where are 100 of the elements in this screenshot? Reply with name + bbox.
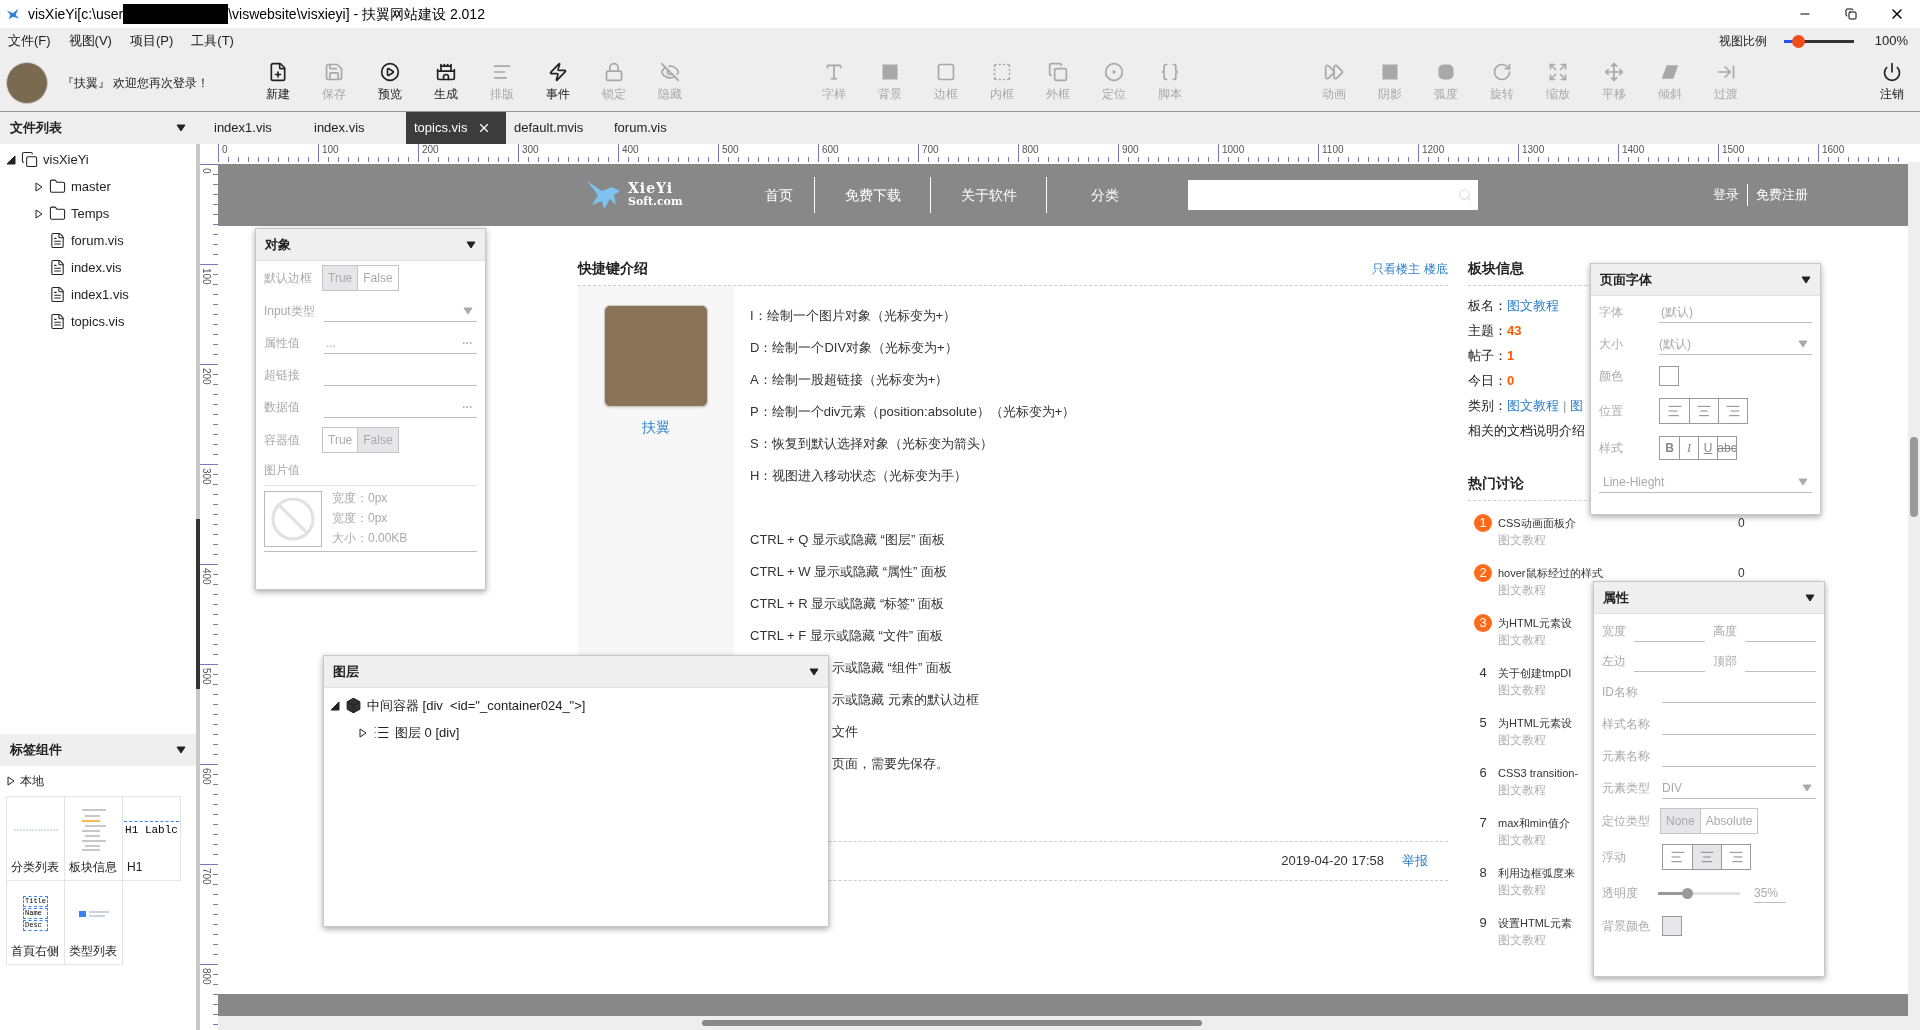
caret-right-icon[interactable] bbox=[34, 181, 44, 192]
splitter-handle[interactable] bbox=[196, 519, 200, 689]
menu-item[interactable]: 视图(V) bbox=[68, 31, 112, 51]
topic-link[interactable]: 利用边框弧度来 bbox=[1498, 866, 1575, 880]
author-link[interactable]: 扶翼 bbox=[642, 417, 670, 438]
types-preview-drawing bbox=[78, 909, 109, 918]
topic-link[interactable]: 为HTML元素设 bbox=[1498, 716, 1572, 730]
ruler-label: 300 bbox=[200, 467, 212, 487]
tree-item[interactable]: 中间容器 [div <id="_container024_">] bbox=[367, 695, 586, 716]
shortcut-line: D：绘制一个DIV对象（光标变为+） bbox=[750, 339, 958, 357]
topic-link[interactable]: hover鼠标经过的样式 bbox=[1498, 566, 1603, 580]
toolbar-button[interactable]: 新建 bbox=[250, 57, 306, 108]
topic-link[interactable]: 设置HTML元素 bbox=[1498, 916, 1572, 930]
post-link[interactable]: 只看楼主 bbox=[1372, 259, 1420, 278]
field-label: 元素类型 bbox=[1602, 780, 1651, 797]
tree-item[interactable]: Temps bbox=[71, 203, 110, 224]
scrollbar-thumb[interactable] bbox=[1910, 437, 1918, 517]
color-swatch[interactable] bbox=[1662, 916, 1682, 936]
caret-right-icon[interactable] bbox=[358, 727, 368, 738]
report-link[interactable]: 举报 bbox=[1402, 851, 1428, 871]
field-label: 左边 bbox=[1602, 653, 1627, 670]
field-label: 样式名称 bbox=[1602, 716, 1651, 733]
shortcut-line: 示或隐藏 元素的默认边框 bbox=[832, 691, 979, 709]
image-info: 宽度：0px bbox=[332, 490, 389, 507]
caret-right-icon[interactable] bbox=[34, 208, 44, 219]
caret-down-icon[interactable] bbox=[1801, 274, 1811, 285]
file-tab[interactable]: default.mvis bbox=[506, 112, 606, 144]
nav-link[interactable]: 免费下载 bbox=[815, 184, 930, 206]
component-tile[interactable]: H1 Lablc H1 bbox=[123, 797, 181, 881]
post-link[interactable]: 楼底 bbox=[1424, 259, 1448, 278]
component-tile[interactable]: 板块信息 bbox=[65, 797, 123, 881]
topic-link[interactable]: max和min值介 bbox=[1498, 816, 1570, 830]
caret-corner-icon[interactable] bbox=[6, 154, 16, 165]
nav-link[interactable]: 关于软件 bbox=[931, 184, 1046, 206]
toolbar-button[interactable]: 事件 bbox=[530, 57, 586, 108]
file-tab[interactable]: index.vis bbox=[306, 112, 406, 144]
topic-board: 图文教程 bbox=[1498, 582, 1546, 599]
dropdown-field[interactable]: (默认) bbox=[1659, 333, 1812, 355]
file-tab[interactable]: topics.vis bbox=[406, 112, 506, 144]
tree-item[interactable]: master bbox=[71, 176, 111, 197]
component-tile[interactable]: 类型列表 bbox=[65, 881, 123, 965]
shortcut-line: 页面，需要先保存。 bbox=[832, 755, 949, 773]
text-style-button[interactable]: U bbox=[1698, 437, 1717, 459]
board-link[interactable]: 图文教程 bbox=[1507, 395, 1559, 416]
input-field[interactable]: ... bbox=[324, 332, 477, 354]
align-button[interactable] bbox=[1692, 845, 1721, 869]
dropdown-field[interactable]: DIV bbox=[1662, 777, 1816, 799]
topic-link[interactable]: 为HTML元素设 bbox=[1498, 616, 1572, 630]
bird-logo-icon bbox=[6, 7, 20, 21]
topic-link[interactable]: CSS3 transition- bbox=[1498, 766, 1579, 780]
lock-icon bbox=[604, 62, 624, 82]
tree-item[interactable]: topics.vis bbox=[71, 311, 125, 332]
menu-item[interactable]: 工具(T) bbox=[191, 31, 234, 51]
caret-down-icon[interactable] bbox=[176, 745, 186, 755]
ruler-label: 100 bbox=[321, 144, 340, 155]
topic-link[interactable]: 关于创建tmpDI bbox=[1498, 666, 1572, 680]
file-tab[interactable]: index1.vis bbox=[206, 112, 306, 144]
color-swatch[interactable] bbox=[1659, 366, 1679, 386]
board-link[interactable]: 图文教程 bbox=[1507, 295, 1559, 316]
zoom-slider-thumb[interactable] bbox=[1791, 34, 1805, 48]
caret-down-icon[interactable] bbox=[176, 123, 186, 133]
cube-icon bbox=[345, 697, 362, 714]
list-icon bbox=[373, 724, 390, 741]
shortcut-line: I：绘制一个图片对象（光标变为+） bbox=[750, 307, 957, 325]
file-plus-icon bbox=[268, 62, 288, 82]
account-link[interactable]: 登录 bbox=[1713, 185, 1739, 205]
slider-thumb[interactable] bbox=[1681, 887, 1693, 899]
input-field[interactable]: (默认) bbox=[1659, 301, 1812, 323]
tree-item[interactable]: index1.vis bbox=[71, 284, 129, 305]
board-link[interactable]: 图 bbox=[1570, 395, 1584, 416]
toolbar-button[interactable]: 预览 bbox=[362, 57, 418, 108]
shortcut-line: A：绘制一股超链接（光标变为+） bbox=[750, 371, 949, 389]
toolbar-button[interactable]: 注销 bbox=[1864, 57, 1920, 108]
ruler-label: 1300 bbox=[1521, 144, 1546, 155]
tree-item[interactable]: forum.vis bbox=[71, 230, 124, 251]
file-tab[interactable]: forum.vis bbox=[606, 112, 706, 144]
dropdown-field[interactable]: Line-Hieght bbox=[1599, 471, 1812, 493]
caret-down-icon[interactable] bbox=[466, 239, 476, 250]
menu-item[interactable]: 项目(P) bbox=[129, 31, 174, 51]
text-style-button[interactable]: I bbox=[1679, 437, 1698, 459]
tree-item[interactable]: 图层 0 [div] bbox=[395, 722, 460, 743]
shortcut-line: CTRL + R 显示或隐藏 “标签” 面板 bbox=[750, 595, 945, 613]
topic-link[interactable]: CSS动画面板介 bbox=[1498, 516, 1576, 530]
caret-down-icon[interactable] bbox=[809, 666, 819, 677]
text-style-button[interactable]: B bbox=[1660, 437, 1679, 459]
caret-corner-icon[interactable] bbox=[330, 700, 340, 711]
search-field[interactable] bbox=[1188, 180, 1478, 210]
site-logo[interactable]: XieYi Soft.com bbox=[584, 175, 744, 215]
nav-link[interactable]: 分类 bbox=[1047, 184, 1162, 206]
section-label[interactable]: 本地 bbox=[20, 772, 44, 790]
account-link[interactable]: 免费注册 bbox=[1756, 185, 1808, 205]
caret-down-icon[interactable] bbox=[1805, 592, 1815, 603]
tree-item[interactable]: visXieYi bbox=[43, 149, 89, 170]
tree-item[interactable]: index.vis bbox=[71, 257, 122, 278]
nav-link[interactable]: 首页 bbox=[744, 184, 814, 206]
caret-right-icon[interactable] bbox=[6, 776, 16, 786]
toolbar-button[interactable]: 生成 bbox=[418, 57, 474, 108]
post-title: 快捷键介绍 bbox=[578, 259, 648, 278]
scrollbar-thumb[interactable] bbox=[702, 1020, 1202, 1026]
menu-item[interactable]: 文件(F) bbox=[8, 31, 51, 51]
